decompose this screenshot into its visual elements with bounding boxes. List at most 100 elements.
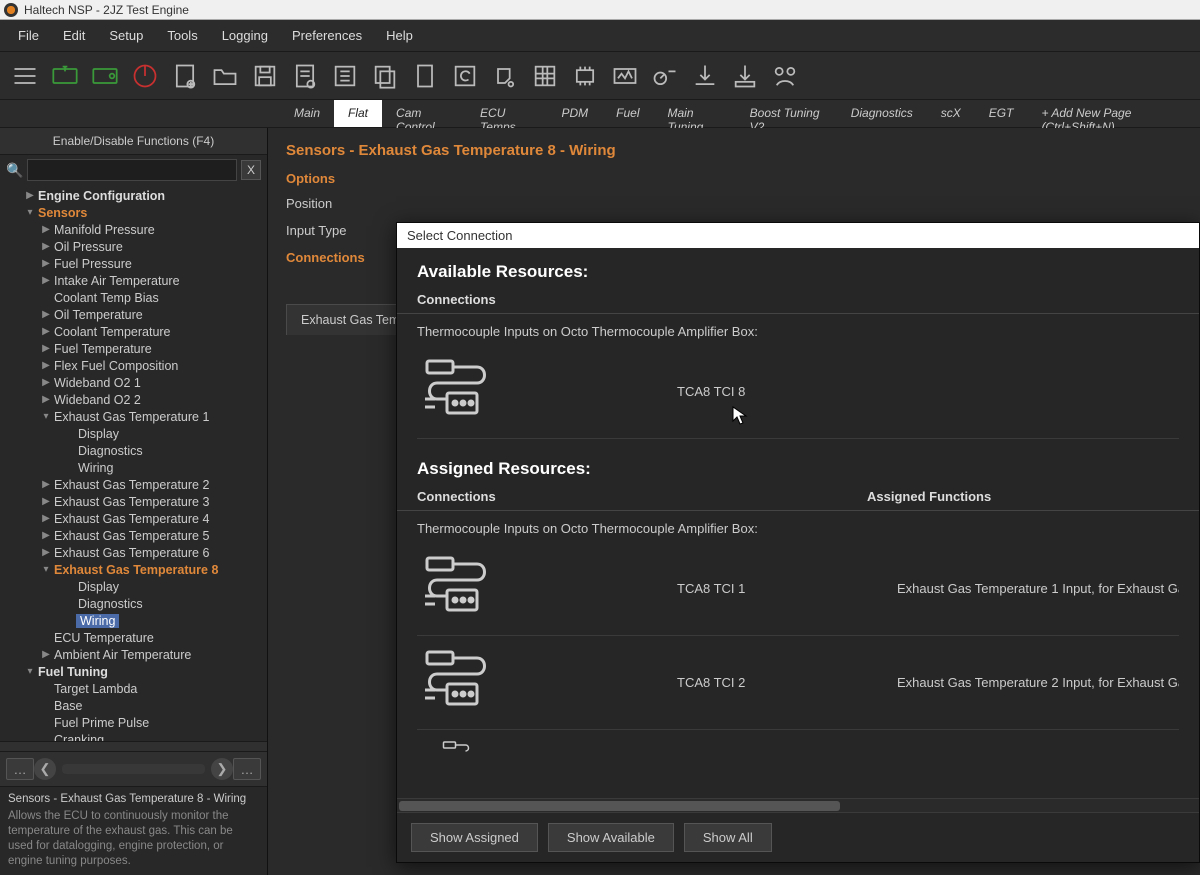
dual-gauge-icon[interactable] [770,61,800,91]
tree-item-label: ECU Temperature [52,631,154,645]
page-add-icon[interactable] [290,61,320,91]
assigned-resource-row[interactable]: TCA8 TCI 1 Exhaust Gas Temperature 1 Inp… [417,542,1179,636]
menu-edit[interactable]: Edit [53,24,95,47]
show-assigned-button[interactable]: Show Assigned [411,823,538,852]
tree-item-wideband-o2-1[interactable]: ▶Wideband O2 1 [6,374,267,391]
open-folder-icon[interactable] [210,61,240,91]
tree-arrow-icon: ▶ [40,343,52,354]
available-resource-row[interactable]: TCA8 TCI 8 [417,345,1179,439]
tree-hscroll[interactable] [0,741,267,751]
tree-item-exhaust-gas-temperature-6[interactable]: ▶Exhaust Gas Temperature 6 [6,544,267,561]
refresh-icon[interactable] [450,61,480,91]
tree-item-exhaust-gas-temperature-4[interactable]: ▶Exhaust Gas Temperature 4 [6,510,267,527]
tree-item-sensors[interactable]: ▾Sensors [6,204,267,221]
new-file-icon[interactable] [170,61,200,91]
tab-ecu-temps[interactable]: ECU Temps [466,100,547,127]
grid-icon[interactable] [530,61,560,91]
list-icon[interactable] [330,61,360,91]
nav-more-left-button[interactable]: … [6,758,34,780]
page-icon[interactable] [410,61,440,91]
tree-item-wiring[interactable]: Wiring [6,459,267,476]
scope-icon[interactable] [610,61,640,91]
assigned-resource-row[interactable]: TCA8 TCI 2 Exhaust Gas Temperature 2 Inp… [417,636,1179,730]
tree-item-exhaust-gas-temperature-5[interactable]: ▶Exhaust Gas Temperature 5 [6,527,267,544]
search-clear-button[interactable]: X [241,160,261,180]
nav-more-right-button[interactable]: … [233,758,261,780]
tab-scx[interactable]: scX [927,100,975,127]
tree-arrow-icon: ▶ [40,496,52,507]
tree-item-intake-air-temperature[interactable]: ▶Intake Air Temperature [6,272,267,289]
download-icon[interactable] [690,61,720,91]
assigned-heading: Assigned Resources: [417,459,1179,479]
show-all-button[interactable]: Show All [684,823,772,852]
tree-item-coolant-temperature[interactable]: ▶Coolant Temperature [6,323,267,340]
tree-item-fuel-temperature[interactable]: ▶Fuel Temperature [6,340,267,357]
tree-item-wiring[interactable]: Wiring [6,612,267,629]
menu-help[interactable]: Help [376,24,423,47]
tree-item-fuel-tuning[interactable]: ▾Fuel Tuning [6,663,267,680]
nav-forward-button[interactable]: ❯ [211,758,233,780]
tree-item-display[interactable]: Display [6,425,267,442]
tree-item-oil-temperature[interactable]: ▶Oil Temperature [6,306,267,323]
tab-pdm[interactable]: PDM [547,100,602,127]
add-page-tab[interactable]: + Add New Page (Ctrl+Shift+N) [1027,100,1200,127]
tab-cam-control[interactable]: Cam Control [382,100,466,127]
connect2-icon[interactable] [90,61,120,91]
tree-item-cranking[interactable]: Cranking [6,731,267,741]
status-description: Allows the ECU to continuously monitor t… [8,809,259,869]
show-available-button[interactable]: Show Available [548,823,674,852]
tree-item-manifold-pressure[interactable]: ▶Manifold Pressure [6,221,267,238]
tab-main-tuning[interactable]: Main Tuning [653,100,735,127]
position-label: Position [286,196,332,211]
menu-logging[interactable]: Logging [212,24,278,47]
tree-item-oil-pressure[interactable]: ▶Oil Pressure [6,238,267,255]
tree-item-label: Exhaust Gas Temperature 6 [52,546,209,560]
tab-diagnostics[interactable]: Diagnostics [837,100,927,127]
tree-item-exhaust-gas-temperature-8[interactable]: ▾Exhaust Gas Temperature 8 [6,561,267,578]
copy-icon[interactable] [370,61,400,91]
power-icon[interactable] [130,61,160,91]
tree-item-base[interactable]: Base [6,697,267,714]
tab-fuel[interactable]: Fuel [602,100,653,127]
tree-arrow-icon: ▶ [40,258,52,269]
tree-item-exhaust-gas-temperature-2[interactable]: ▶Exhaust Gas Temperature 2 [6,476,267,493]
tab-flat[interactable]: Flat [334,100,382,127]
search-input[interactable] [27,159,237,181]
tree-item-fuel-pressure[interactable]: ▶Fuel Pressure [6,255,267,272]
tree-item-engine-configuration[interactable]: ▶Engine Configuration [6,187,267,204]
tree-item-label: Exhaust Gas Temperature 1 [52,410,209,424]
tree-item-display[interactable]: Display [6,578,267,595]
tree-item-diagnostics[interactable]: Diagnostics [6,595,267,612]
tree-item-fuel-prime-pulse[interactable]: Fuel Prime Pulse [6,714,267,731]
chip-icon[interactable] [570,61,600,91]
nav-back-button[interactable]: ❮ [34,758,56,780]
dialog-hscrollbar[interactable] [397,798,1199,812]
tab-egt[interactable]: EGT [975,100,1028,127]
tree-item-flex-fuel-composition[interactable]: ▶Flex Fuel Composition [6,357,267,374]
tree-item-target-lambda[interactable]: Target Lambda [6,680,267,697]
download2-icon[interactable] [730,61,760,91]
tree-item-diagnostics[interactable]: Diagnostics [6,442,267,459]
menu-setup[interactable]: Setup [99,24,153,47]
content-subtab[interactable]: Exhaust Gas Temperat [286,304,408,335]
note-icon[interactable] [490,61,520,91]
sidebar-header[interactable]: Enable/Disable Functions (F4) [0,128,267,155]
tree-item-exhaust-gas-temperature-3[interactable]: ▶Exhaust Gas Temperature 3 [6,493,267,510]
connect-icon[interactable] [50,61,80,91]
tab-main[interactable]: Main [280,100,334,127]
tree-item-ecu-temperature[interactable]: ECU Temperature [6,629,267,646]
status-title: Sensors - Exhaust Gas Temperature 8 - Wi… [8,793,259,805]
gauge-icon[interactable] [650,61,680,91]
menu-preferences[interactable]: Preferences [282,24,372,47]
save-icon[interactable] [250,61,280,91]
tree-item-wideband-o2-2[interactable]: ▶Wideband O2 2 [6,391,267,408]
tree-item-ambient-air-temperature[interactable]: ▶Ambient Air Temperature [6,646,267,663]
resource-row-partial[interactable] [417,730,1179,773]
menu-file[interactable]: File [8,24,49,47]
tree-item-exhaust-gas-temperature-1[interactable]: ▾Exhaust Gas Temperature 1 [6,408,267,425]
tab-boost-tuning-v2[interactable]: Boost Tuning V2 [736,100,837,127]
hamburger-icon[interactable] [10,61,40,91]
tree-item-coolant-temp-bias[interactable]: Coolant Temp Bias [6,289,267,306]
function-tree[interactable]: ▶Engine Configuration▾Sensors▶Manifold P… [0,185,267,741]
menu-tools[interactable]: Tools [157,24,207,47]
